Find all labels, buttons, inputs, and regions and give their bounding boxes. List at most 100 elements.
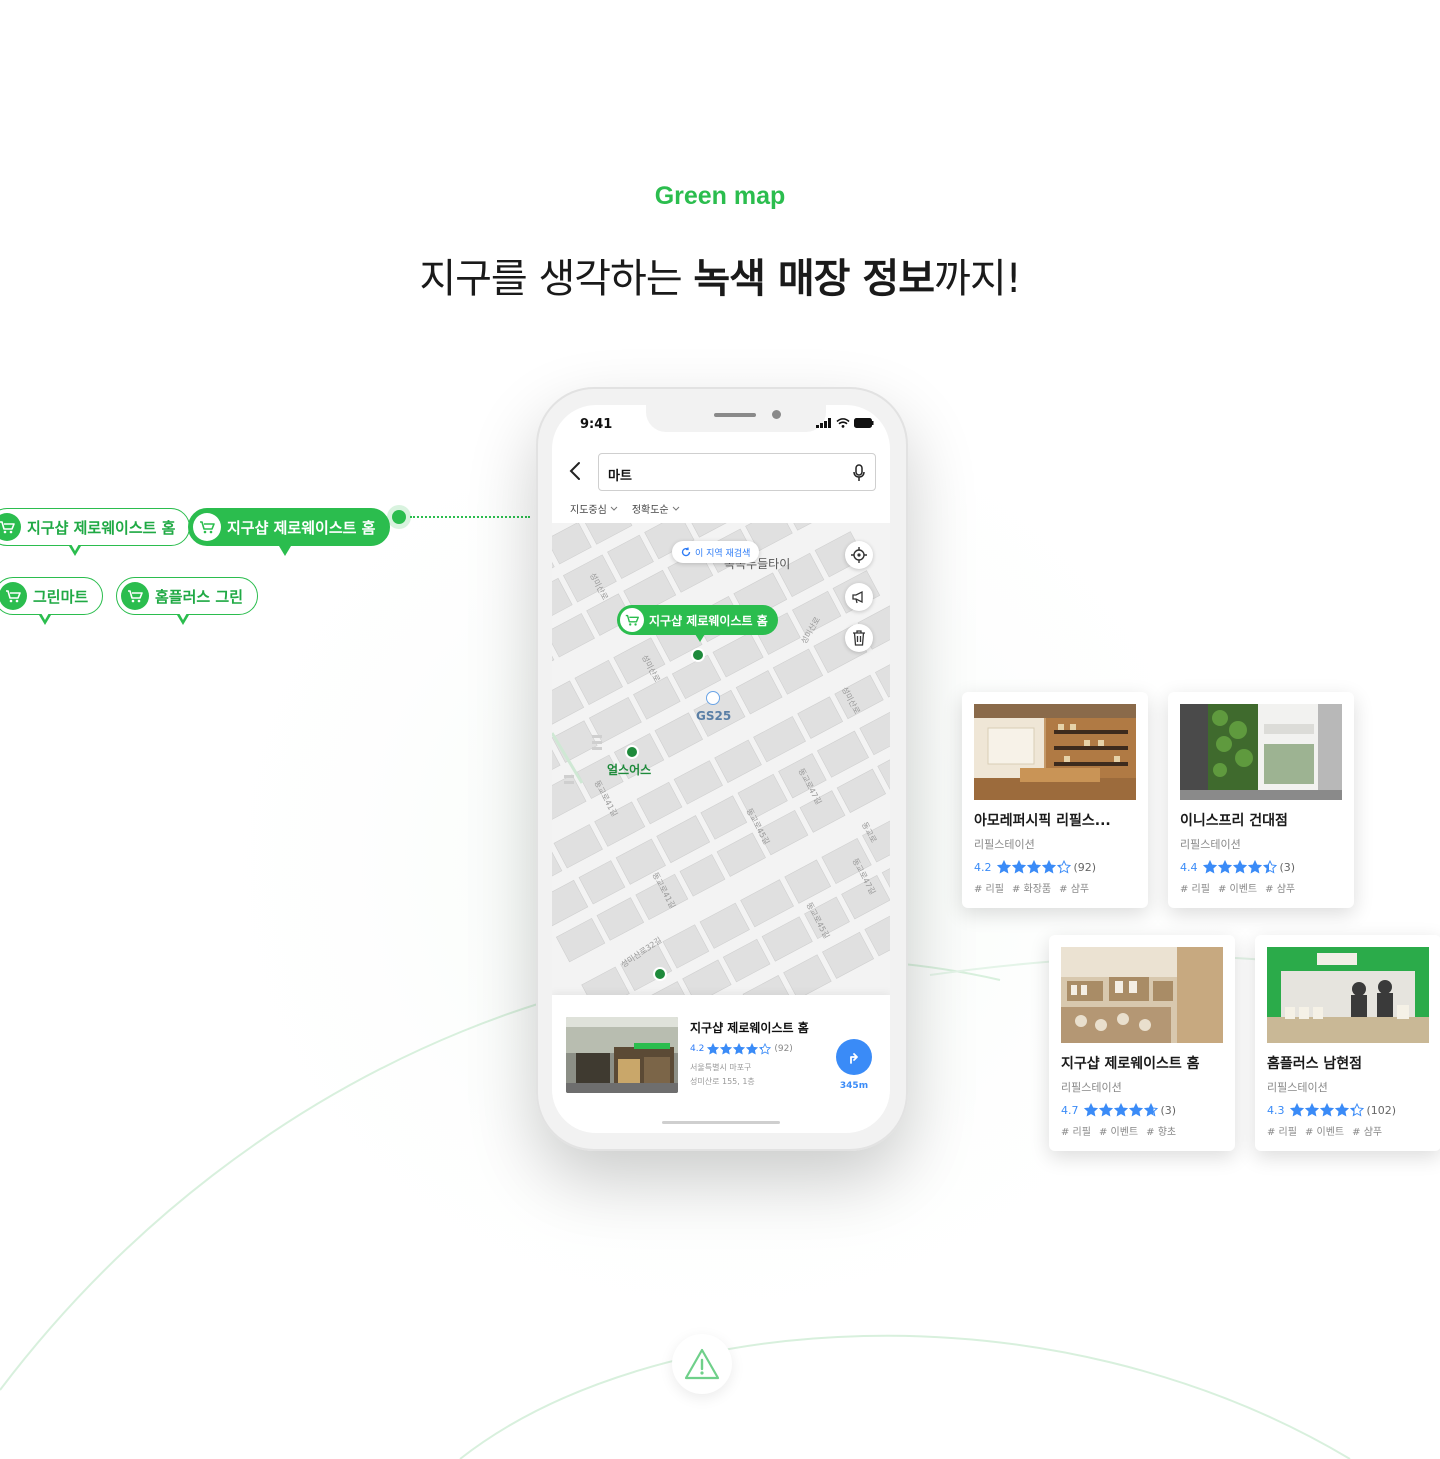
store-address-line1: 서울특별시 마포구 [690, 1063, 752, 1072]
rating-number: 4.7 [1061, 1103, 1079, 1117]
tag[interactable]: # 리필 [1267, 1123, 1297, 1138]
store-card-category: 리필스테이션 [974, 838, 1035, 851]
mic-icon[interactable] [853, 464, 865, 482]
directions-button[interactable] [836, 1039, 872, 1075]
earthus-marker[interactable] [625, 745, 639, 759]
trash-button[interactable] [845, 624, 873, 652]
store-card-title: 아모레퍼시픽 리필스... [974, 813, 1111, 829]
tag[interactable]: # 샴푸 [1265, 880, 1295, 895]
review-count: (3) [1279, 860, 1296, 874]
star-icon [1143, 1103, 1158, 1117]
store-photo [1061, 947, 1223, 1043]
store-card-tags: # 리필 # 이벤트 # 샴푸 [1180, 880, 1295, 895]
store-photo [1267, 947, 1429, 1043]
store-card-rating: 4.3 (102) [1267, 1103, 1396, 1117]
store-card-rating: 4.2 (92) [974, 860, 1096, 874]
filter-accuracy[interactable]: 정확도순 [632, 501, 680, 516]
search-input[interactable]: 마트 [598, 453, 876, 491]
tag[interactable]: # 리필 [1180, 880, 1210, 895]
store-card-title: 지구샵 제로웨이스트 홈 [1061, 1056, 1200, 1072]
directions-arrow-icon [850, 1053, 858, 1064]
store-card-rating: 4.4 (3) [1180, 860, 1295, 874]
rating-number: 4.2 [690, 1044, 705, 1054]
tag[interactable]: # 리필 [1061, 1123, 1091, 1138]
selected-store-card[interactable]: 지구샵 제로웨이스트 홈 4.2 (92) 서울특별시 마포구 성미산로 155… [552, 995, 890, 1133]
store-card-title: 홈플러스 남현점 [1267, 1056, 1363, 1072]
marker-pin-greenmart[interactable]: 그린마트 [0, 577, 104, 625]
megaphone-button[interactable] [845, 583, 873, 611]
store-card-tags: # 리필 # 이벤트 # 향초 [1061, 1123, 1176, 1138]
star-icon [759, 1043, 772, 1055]
chevron-down-icon [610, 506, 618, 511]
store-rating: 4.2 (92) [690, 1043, 793, 1055]
store-card-category: 리필스테이션 [1267, 1081, 1328, 1094]
refresh-search-button[interactable]: 이 지역 재검색 [672, 541, 760, 563]
star-icon [1113, 1103, 1128, 1117]
review-count: (92) [1073, 860, 1097, 874]
trash-icon [853, 630, 865, 646]
star-icon [1083, 1103, 1098, 1117]
store-dot[interactable] [653, 967, 667, 981]
tag[interactable]: # 화장품 [1012, 880, 1051, 895]
filter-label: 정확도순 [631, 505, 669, 516]
tag[interactable]: # 이벤트 [1099, 1123, 1138, 1138]
phone-mockup: 9:41 마트 지도중심 정확도순 성미산로 성미산로 성미산로 성미산로 동교… [536, 387, 908, 1151]
distance-label: 345m [839, 1081, 869, 1091]
tag[interactable]: # 리필 [974, 880, 1004, 895]
map-view[interactable]: 성미산로 성미산로 성미산로 성미산로 동교로41길 동교로45길 동교로47길… [552, 523, 890, 995]
home-indicator [662, 1121, 780, 1124]
store-photo [566, 1017, 678, 1093]
pin-label: 그린마트 [33, 587, 89, 606]
tag[interactable]: # 샴푸 [1352, 1123, 1382, 1138]
star-icon [1247, 860, 1262, 874]
store-card-title: 이니스프리 건대점 [1180, 813, 1288, 829]
phone-notch [646, 405, 826, 432]
battery-icon [854, 418, 874, 428]
marker-pin-homeplus-green[interactable]: 홈플러스 그린 [116, 577, 259, 625]
store-card-category: 리필스테이션 [1061, 1081, 1122, 1094]
tag[interactable]: # 이벤트 [1218, 880, 1257, 895]
signal-icon [816, 418, 831, 428]
store-address-line2: 성미산로 155, 1층 [690, 1077, 755, 1086]
store-card[interactable]: 지구샵 제로웨이스트 홈 리필스테이션 4.7 (3) # 리필 # 이벤트 #… [1049, 935, 1235, 1151]
star-icon [1304, 1103, 1319, 1117]
star-icon [1202, 860, 1217, 874]
headline-part1: 지구를 생각하는 [419, 256, 694, 302]
star-icon [996, 860, 1011, 874]
refresh-icon [681, 547, 691, 557]
tag[interactable]: # 향초 [1146, 1123, 1176, 1138]
locate-button[interactable] [845, 541, 873, 569]
review-count: (3) [1160, 1103, 1177, 1117]
tag[interactable]: # 이벤트 [1305, 1123, 1344, 1138]
chevron-down-icon [672, 506, 679, 511]
rating-stars [1202, 860, 1277, 874]
store-dot[interactable] [691, 648, 705, 662]
marker-pin-jigushop-filled[interactable]: 지구샵 제로웨이스트 홈 [188, 508, 391, 556]
tag[interactable]: # 샴푸 [1059, 880, 1089, 895]
review-count: (102) [1366, 1103, 1397, 1117]
filter-row: 지도중심 정확도순 [570, 501, 680, 516]
store-card[interactable]: 홈플러스 남현점 리필스테이션 4.3 (102) # 리필 # 이벤트 # 샴… [1255, 935, 1440, 1151]
filter-map-center[interactable]: 지도중심 [570, 501, 618, 516]
connector-dot [392, 510, 406, 524]
cart-icon [620, 608, 644, 632]
store-card[interactable]: 이니스프리 건대점 리필스테이션 4.4 (3) # 리필 # 이벤트 # 샴푸 [1168, 692, 1354, 908]
star-icon [1232, 860, 1247, 874]
search-input-value: 마트 [608, 469, 632, 484]
megaphone-icon [852, 590, 863, 604]
star-icon [1289, 1103, 1304, 1117]
rating-number: 4.2 [974, 860, 992, 874]
headline-bold: 녹색 매장 정보 [693, 256, 935, 302]
marker-pin-jigushop-outline[interactable]: 지구샵 제로웨이스트 홈 [0, 508, 191, 556]
crosshair-icon [851, 547, 867, 563]
pin-label: 홈플러스 그린 [155, 587, 244, 606]
refresh-label: 이 지역 재검색 [695, 548, 751, 559]
store-card-tags: # 리필 # 화장품 # 샴푸 [974, 880, 1089, 895]
star-icon [1041, 860, 1056, 874]
gs25-marker[interactable] [706, 691, 720, 705]
star-icon [1334, 1103, 1349, 1117]
rating-number: 4.3 [1267, 1103, 1285, 1117]
back-arrow-icon[interactable] [566, 459, 586, 483]
store-card[interactable]: 아모레퍼시픽 리필스... 리필스테이션 4.2 (92) # 리필 # 화장품… [962, 692, 1148, 908]
map-store-pin[interactable]: 지구샵 제로웨이스트 홈 [617, 605, 778, 642]
